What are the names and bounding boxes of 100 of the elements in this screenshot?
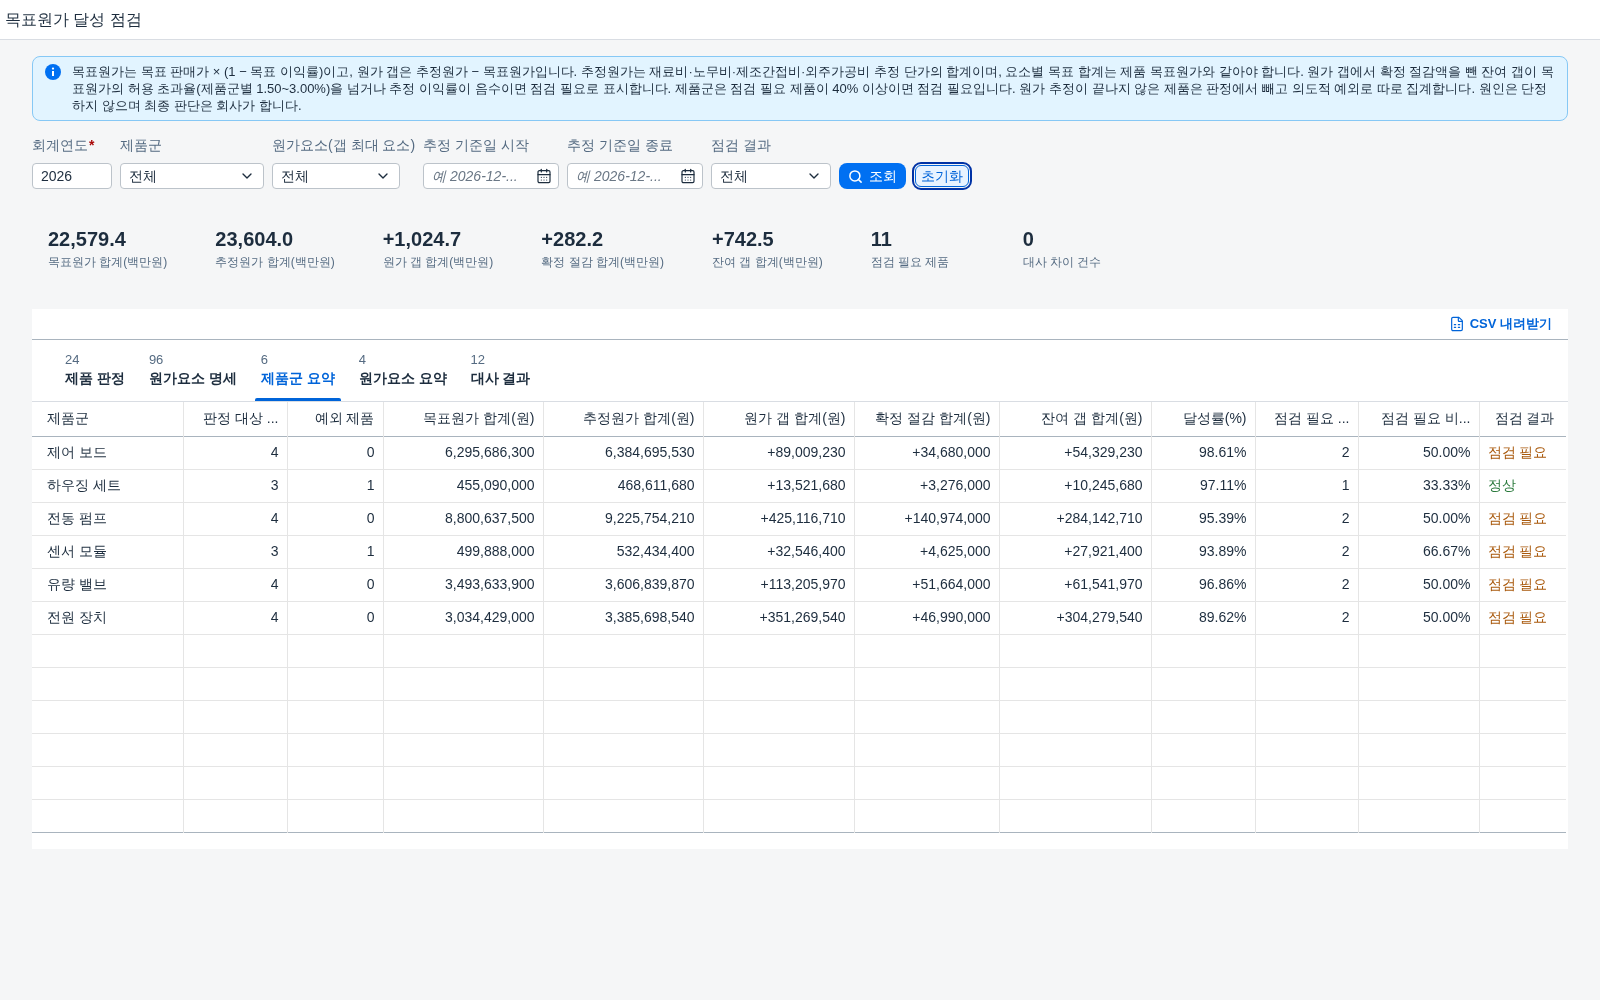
table-cell: 4: [183, 601, 287, 634]
table-cell: 8,800,637,500: [383, 502, 543, 535]
kpi-label: 점검 필요 제품: [870, 254, 951, 271]
table-cell: +10,245,680: [999, 469, 1151, 502]
table-cell: 50.00%: [1358, 568, 1479, 601]
table-cell: 6,384,695,530: [543, 436, 703, 469]
column-header[interactable]: 점검 결과: [1479, 402, 1566, 436]
select-field[interactable]: 전체: [272, 163, 400, 189]
table-cell: 전원 장치: [32, 601, 183, 634]
info-message: 목표원가는 목표 판매가 × (1 − 목표 이익률)이고, 원가 갭은 추정원가 − 목표원가입니다. 추정원가는 재료비·노무비·제조간접비·외주가공비 추정 단가의 합계이며, 요소별 목표 합계는 제품 목표원가와 같아야 합니다. 원가 갭에서 확정 절감액을 뺀 잔여 갭이 목표원가의 허용 초과율(제품군별 1.50~3.00%)을 넘거나 추정 이익률이 음수이면 점검 필요로 표시합니다. 제품군은 점검 필요 제품이 40% 이상이면 점검 필요입니다. 원가 추정이 끝나지 않은 제품은 판정에서 빼고 의도적 예외로 따로 집계합니다. 원인은 단정하지 않으며 최종 판단은 회사가 합니다.: [72, 63, 1555, 114]
table-cell: +89,009,230: [703, 436, 854, 469]
table-cell: 33.33%: [1358, 469, 1479, 502]
table-cell: 전동 펌프: [32, 502, 183, 535]
kpi-value: 0: [1022, 227, 1035, 251]
table-cell: 98.61%: [1151, 436, 1255, 469]
table-cell: 2: [1255, 436, 1358, 469]
table-cell: 0: [287, 502, 383, 535]
table-cell: 50.00%: [1358, 436, 1479, 469]
year-input[interactable]: 2026: [32, 163, 112, 189]
table-cell: 6,295,686,300: [383, 436, 543, 469]
table-cell: 1: [287, 535, 383, 568]
table-cell: +32,546,400: [703, 535, 854, 568]
column-header[interactable]: 확정 절감 합계(원): [854, 402, 999, 436]
table-cell: 499,888,000: [383, 535, 543, 568]
table-cell: +13,521,680: [703, 469, 854, 502]
csv-download-button[interactable]: CSV 내려받기: [1448, 314, 1552, 334]
kpi-value: 11: [870, 227, 893, 251]
column-header[interactable]: 제품군: [32, 402, 183, 436]
table-cell: +51,664,000: [854, 568, 999, 601]
table-cell: +113,205,970: [703, 568, 854, 601]
status-cell: 점검 필요: [1479, 436, 1566, 469]
table-cell: 1: [1255, 469, 1358, 502]
search-icon: [848, 168, 864, 184]
kpi-label: 원가 갭 합계(백만원): [382, 254, 494, 271]
table-cell: +46,990,000: [854, 601, 999, 634]
tab[interactable]: 12 대사 결과: [464, 340, 537, 401]
table-cell: 2: [1255, 502, 1358, 535]
field-label: 회계연도: [32, 136, 88, 155]
table-cell: 95.39%: [1151, 502, 1255, 535]
spreadsheet-icon: [1448, 316, 1465, 332]
tab[interactable]: 96 원가요소 명세: [142, 340, 243, 401]
table-cell: +3,276,000: [854, 469, 999, 502]
kpi-value: +1,024.7: [382, 227, 463, 251]
kpi-label: 잔여 갭 합계(백만원): [712, 254, 823, 271]
reset-button[interactable]: 초기화: [915, 165, 970, 187]
calendar-icon: [680, 168, 697, 184]
kpi-label: 목표원가 합계(백만원): [48, 254, 168, 271]
column-header[interactable]: 잔여 갭 합계(원): [999, 402, 1151, 436]
page-title: 목표원가 달성 점검: [5, 9, 142, 30]
status-cell: 점검 필요: [1479, 502, 1566, 535]
tab[interactable]: 24 제품 판정: [59, 340, 131, 401]
table-cell: 0: [287, 436, 383, 469]
info-icon: [45, 64, 61, 80]
table-cell: 66.67%: [1358, 535, 1479, 568]
column-header[interactable]: 점검 필요 ...: [1255, 402, 1358, 436]
table-cell: 3: [183, 535, 287, 568]
table-cell: 유량 밸브: [32, 568, 183, 601]
table-cell: 0: [287, 601, 383, 634]
search-button[interactable]: 조회: [839, 163, 907, 189]
table-cell: 532,434,400: [543, 535, 703, 568]
kpi-label: 확정 절감 합계(백만원): [541, 254, 664, 271]
tab[interactable]: 6 제품군 요약: [254, 340, 341, 401]
select-field[interactable]: 전체: [711, 163, 832, 189]
table-cell: 468,611,680: [543, 469, 703, 502]
table-cell: 4: [183, 436, 287, 469]
field-label: 원가요소(갭 최대 요소): [272, 136, 416, 155]
kpi-value: +282.2: [541, 227, 605, 251]
field-label: 점검 결과: [711, 136, 771, 155]
table-cell: 센서 모듈: [32, 535, 183, 568]
required-mark: *: [89, 136, 95, 155]
date-field[interactable]: 예 2026-12-...: [423, 163, 560, 189]
table-cell: +425,116,710: [703, 502, 854, 535]
date-field[interactable]: 예 2026-12-...: [567, 163, 704, 189]
column-header[interactable]: 달성률(%): [1151, 402, 1255, 436]
table-cell: +304,279,540: [999, 601, 1151, 634]
table-cell: 하우징 세트: [32, 469, 183, 502]
table-cell: 97.11%: [1151, 469, 1255, 502]
column-header[interactable]: 추정원가 합계(원): [543, 402, 703, 436]
column-header[interactable]: 목표원가 합계(원): [383, 402, 543, 436]
table-cell: +4,625,000: [854, 535, 999, 568]
kpi-label: 추정원가 합계(백만원): [215, 254, 335, 271]
select-field[interactable]: 전체: [120, 163, 264, 189]
table-cell: 50.00%: [1358, 601, 1479, 634]
table-cell: 3,034,429,000: [383, 601, 543, 634]
status-cell: 점검 필요: [1479, 601, 1566, 634]
kpi-value: 23,604.0: [215, 227, 295, 251]
column-header[interactable]: 점검 필요 비...: [1358, 402, 1479, 436]
table-cell: 89.62%: [1151, 601, 1255, 634]
table-cell: 9,225,754,210: [543, 502, 703, 535]
table-cell: +61,541,970: [999, 568, 1151, 601]
tab[interactable]: 4 원가요소 요약: [352, 340, 453, 401]
status-cell: 정상: [1479, 469, 1566, 502]
column-header[interactable]: 원가 갭 합계(원): [703, 402, 854, 436]
column-header[interactable]: 판정 대상 ...: [183, 402, 287, 436]
kpi-label: 대사 차이 건수: [1022, 254, 1103, 271]
field-label: 추정 기준일 시작: [423, 136, 529, 155]
table-cell: 3,606,839,870: [543, 568, 703, 601]
table-cell: 50.00%: [1358, 502, 1479, 535]
column-header[interactable]: 예외 제품: [287, 402, 383, 436]
table-cell: +140,974,000: [854, 502, 999, 535]
